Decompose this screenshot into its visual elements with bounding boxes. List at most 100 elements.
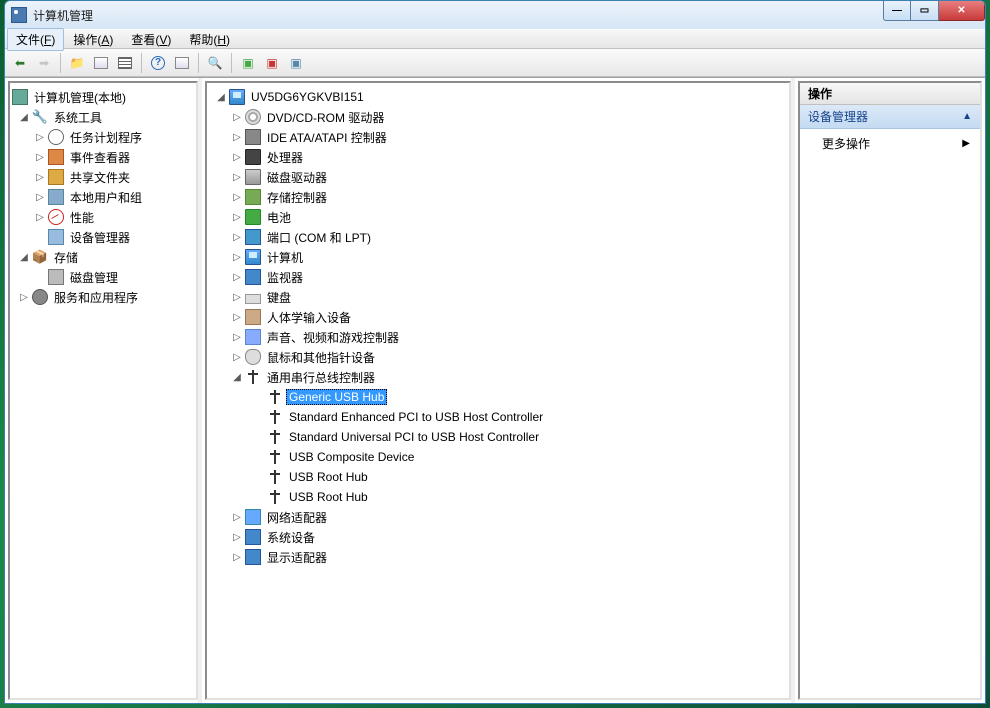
expand-icon[interactable]: ▷ (32, 189, 48, 205)
device-mouse[interactable]: ▷鼠标和其他指针设备 (209, 347, 787, 367)
tree-storage[interactable]: ◢📦存储 (12, 247, 194, 267)
expand-icon[interactable]: ▷ (229, 209, 245, 225)
expand-icon[interactable]: ▷ (229, 169, 245, 185)
properties-button[interactable] (90, 52, 112, 74)
device-sound[interactable]: ▷声音、视频和游戏控制器 (209, 327, 787, 347)
app-window: 计算机管理 — ▭ ✕ 文件(F) 操作(A) 查看(V) 帮助(H) ⬅ ➡ … (4, 0, 986, 704)
expand-icon[interactable]: ▷ (16, 289, 32, 305)
maximize-button[interactable]: ▭ (911, 1, 939, 21)
expand-icon[interactable]: ▷ (229, 269, 245, 285)
device-usb-generic[interactable]: Generic USB Hub (209, 387, 787, 407)
expand-icon[interactable]: ▷ (32, 209, 48, 225)
collapse-icon[interactable]: ◢ (16, 109, 32, 125)
device-usb-enhanced[interactable]: Standard Enhanced PCI to USB Host Contro… (209, 407, 787, 427)
device-usb-composite[interactable]: USB Composite Device (209, 447, 787, 467)
expand-icon[interactable]: ▷ (229, 229, 245, 245)
console-tree-pane[interactable]: 计算机管理(本地) ◢🔧系统工具 ▷任务计划程序 ▷事件查看器 ▷共享文件夹 ▷… (8, 81, 198, 700)
tree-disk-management[interactable]: 磁盘管理 (12, 267, 194, 287)
back-button[interactable]: ⬅ (9, 52, 31, 74)
expand-icon[interactable]: ▷ (229, 109, 245, 125)
scan-button[interactable]: 🔍 (204, 52, 226, 74)
expand-icon[interactable]: ▷ (229, 309, 245, 325)
device-usb-root1[interactable]: USB Root Hub (209, 467, 787, 487)
tree-device-manager[interactable]: 设备管理器 (12, 227, 194, 247)
device-battery[interactable]: ▷电池 (209, 207, 787, 227)
collapse-icon[interactable]: ◢ (16, 249, 32, 265)
expand-icon[interactable]: ▷ (229, 349, 245, 365)
device-system[interactable]: ▷系统设备 (209, 527, 787, 547)
menu-action[interactable]: 操作(A) (64, 28, 122, 51)
device-monitor[interactable]: ▷监视器 (209, 267, 787, 287)
forward-button[interactable]: ➡ (33, 52, 55, 74)
device-disk[interactable]: ▷磁盘驱动器 (209, 167, 787, 187)
tool-button-2[interactable]: ▣ (261, 52, 283, 74)
tree-event-viewer[interactable]: ▷事件查看器 (12, 147, 194, 167)
device-network[interactable]: ▷网络适配器 (209, 507, 787, 527)
minimize-button[interactable]: — (883, 1, 911, 21)
expand-icon[interactable]: ▷ (229, 129, 245, 145)
expand-icon[interactable]: ▷ (32, 169, 48, 185)
expand-icon[interactable]: ▷ (229, 249, 245, 265)
expand-icon[interactable]: ▷ (229, 549, 245, 565)
expand-icon[interactable]: ▷ (229, 529, 245, 545)
device-display[interactable]: ▷显示适配器 (209, 547, 787, 567)
device-ide[interactable]: ▷IDE ATA/ATAPI 控制器 (209, 127, 787, 147)
menu-view[interactable]: 查看(V) (122, 28, 180, 51)
expand-icon[interactable]: ▷ (32, 149, 48, 165)
expand-icon[interactable]: ▷ (32, 129, 48, 145)
collapse-icon[interactable]: ◢ (229, 369, 245, 385)
remove-icon: ▣ (266, 56, 277, 70)
expand-icon[interactable]: ▷ (229, 149, 245, 165)
device-usb-universal[interactable]: Standard Universal PCI to USB Host Contr… (209, 427, 787, 447)
device-usb-root2[interactable]: USB Root Hub (209, 487, 787, 507)
tree-performance[interactable]: ▷性能 (12, 207, 194, 227)
splitter-left[interactable] (198, 78, 202, 703)
device-hid[interactable]: ▷人体学输入设备 (209, 307, 787, 327)
actions-more[interactable]: 更多操作▶ (800, 129, 980, 158)
tree-shared-folders[interactable]: ▷共享文件夹 (12, 167, 194, 187)
sound-icon (245, 329, 261, 345)
show-hide-button[interactable] (171, 52, 193, 74)
tree-task-scheduler[interactable]: ▷任务计划程序 (12, 127, 194, 147)
menu-help[interactable]: 帮助(H) (180, 28, 239, 51)
splitter-right[interactable] (791, 78, 795, 703)
cpu-icon (245, 149, 261, 165)
computer-icon (229, 89, 245, 105)
folder-up-icon: 📁 (70, 56, 85, 70)
list-button[interactable] (114, 52, 136, 74)
actions-section[interactable]: 设备管理器▲ (800, 105, 980, 129)
expand-icon[interactable]: ▷ (229, 329, 245, 345)
close-button[interactable]: ✕ (939, 1, 985, 21)
network-icon (245, 509, 261, 525)
tree-services-apps[interactable]: ▷服务和应用程序 (12, 287, 194, 307)
tree-local-users[interactable]: ▷本地用户和组 (12, 187, 194, 207)
port-icon (245, 229, 261, 245)
collapse-icon[interactable]: ◢ (213, 89, 229, 105)
usb-icon (268, 450, 282, 464)
expand-icon[interactable]: ▷ (229, 289, 245, 305)
device-usb[interactable]: ◢通用串行总线控制器 (209, 367, 787, 387)
help-button[interactable]: ? (147, 52, 169, 74)
device-dvd[interactable]: ▷DVD/CD-ROM 驱动器 (209, 107, 787, 127)
device-ports[interactable]: ▷端口 (COM 和 LPT) (209, 227, 787, 247)
device-tree-pane[interactable]: ◢UV5DG6YGKVBI151 ▷DVD/CD-ROM 驱动器 ▷IDE AT… (205, 81, 791, 700)
device-cpu[interactable]: ▷处理器 (209, 147, 787, 167)
device-root[interactable]: ◢UV5DG6YGKVBI151 (209, 87, 787, 107)
tree-system-tools[interactable]: ◢🔧系统工具 (12, 107, 194, 127)
expand-icon[interactable]: ▷ (229, 189, 245, 205)
device-storage[interactable]: ▷存储控制器 (209, 187, 787, 207)
keyboard-icon (245, 294, 261, 304)
toolbar: ⬅ ➡ 📁 ? 🔍 ▣ ▣ ▣ (5, 49, 985, 77)
chevron-up-icon: ▲ (962, 111, 972, 122)
device-computer[interactable]: ▷计算机 (209, 247, 787, 267)
usb-icon (268, 470, 282, 484)
device-keyboard[interactable]: ▷键盘 (209, 287, 787, 307)
tool-button-3[interactable]: ▣ (285, 52, 307, 74)
tool-button-1[interactable]: ▣ (237, 52, 259, 74)
tree-root[interactable]: 计算机管理(本地) (12, 87, 194, 107)
expand-icon[interactable]: ▷ (229, 509, 245, 525)
titlebar[interactable]: 计算机管理 — ▭ ✕ (5, 1, 985, 29)
up-button[interactable]: 📁 (66, 52, 88, 74)
menu-file[interactable]: 文件(F) (7, 28, 64, 51)
battery-icon (245, 209, 261, 225)
